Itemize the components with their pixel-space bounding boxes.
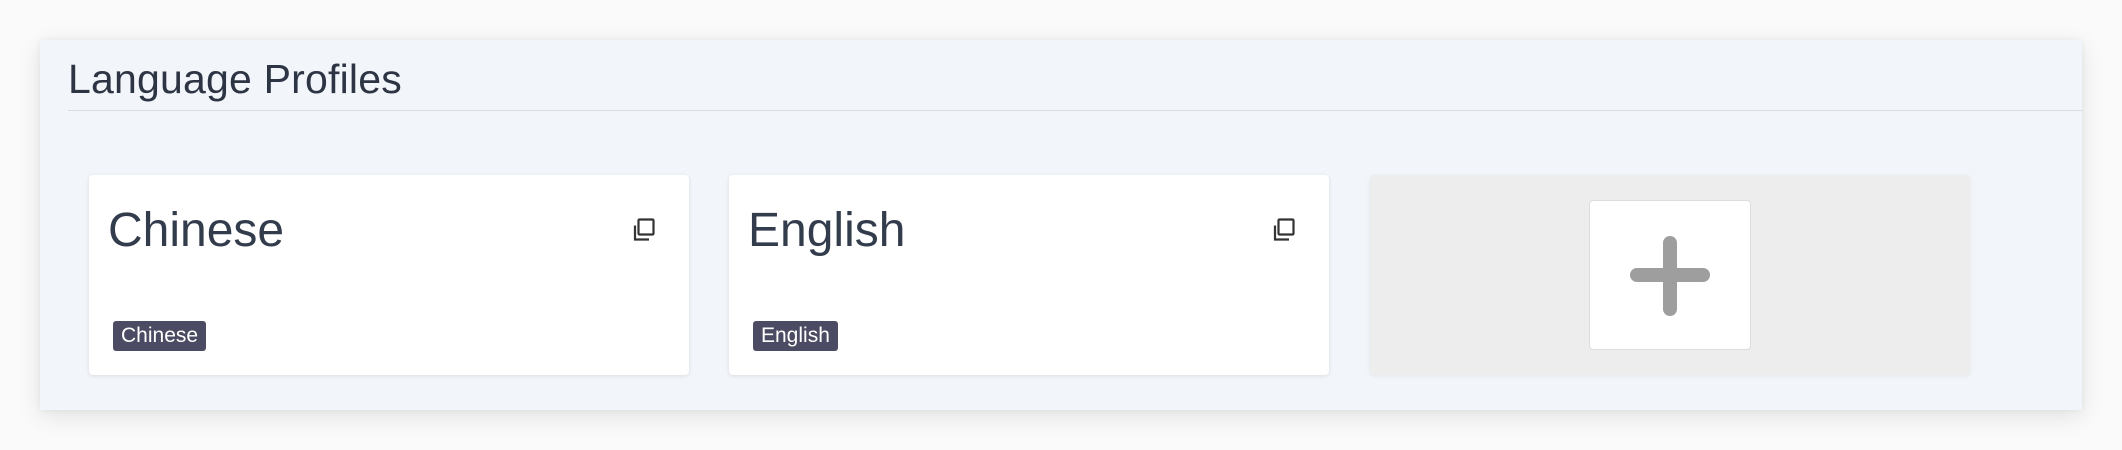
- profile-card-english[interactable]: English English: [729, 175, 1329, 375]
- add-profile-button[interactable]: [1589, 200, 1751, 350]
- profile-name: English: [748, 204, 906, 257]
- language-tag: English: [753, 321, 838, 351]
- plus-icon-vertical: [1663, 236, 1677, 316]
- profile-card-chinese[interactable]: Chinese Chinese: [89, 175, 689, 375]
- clone-icon[interactable]: [1271, 217, 1297, 243]
- page-title: Language Profiles: [68, 56, 402, 102]
- language-profiles-panel: Language Profiles Chinese Chinese Englis…: [40, 40, 2082, 410]
- panel-header: Language Profiles: [68, 40, 2082, 111]
- profile-name: Chinese: [108, 204, 285, 257]
- add-profile-card[interactable]: [1370, 175, 1970, 375]
- clone-icon[interactable]: [631, 217, 657, 243]
- language-tag: Chinese: [113, 321, 207, 351]
